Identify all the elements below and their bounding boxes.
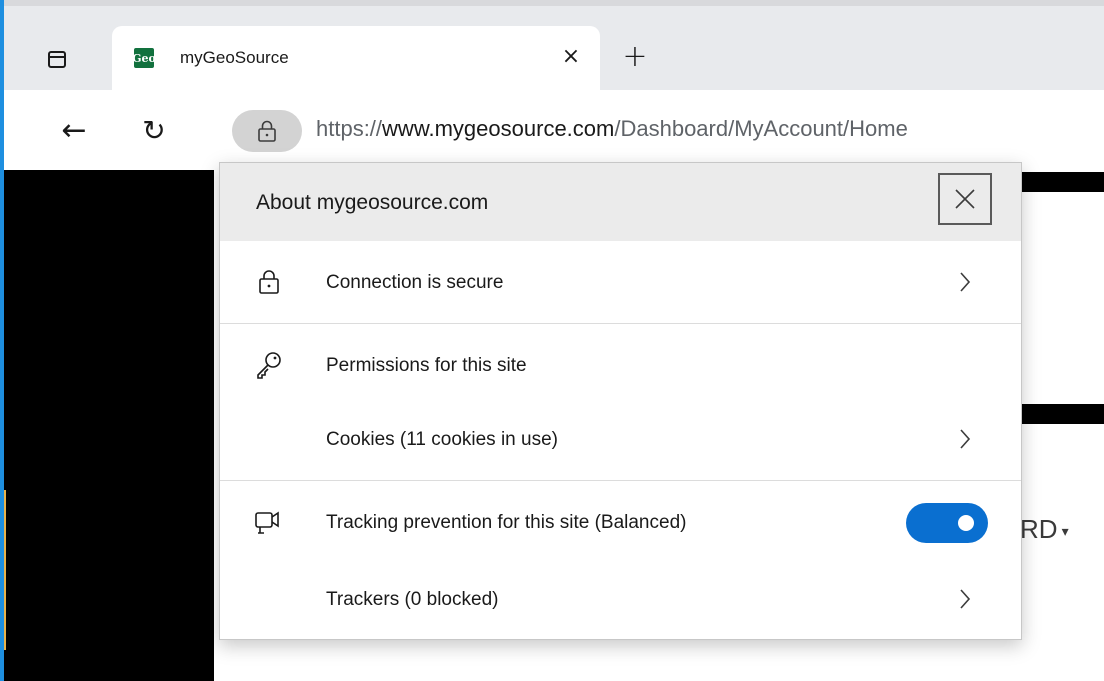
chevron-right-icon: [950, 424, 980, 454]
geo-favicon-icon: Geo: [132, 48, 156, 68]
back-arrow-icon: ←: [61, 112, 87, 148]
title-bar-edge: [0, 0, 1104, 6]
reload-icon: ↻: [142, 113, 166, 147]
tab-mygeosource[interactable]: Geo myGeoSource ×: [112, 26, 600, 92]
url-host: www.mygeosource.com: [382, 116, 615, 141]
address-bar[interactable]: https://www.mygeosource.com/Dashboard/My…: [214, 102, 1104, 154]
chevron-right-icon: [950, 584, 980, 614]
connection-row[interactable]: Connection is secure: [220, 241, 1021, 323]
page-dark-bar-middle: [1010, 404, 1104, 424]
cookies-row[interactable]: Cookies (11 cookies in use): [220, 404, 1021, 479]
close-icon: [955, 189, 975, 209]
tracking-prevention-toggle[interactable]: [906, 503, 988, 543]
flyout-title: About mygeosource.com: [256, 191, 489, 214]
site-info-button[interactable]: [232, 110, 302, 152]
browser-toolbar: ← ↻ https://www.mygeosource.com/Dashboar…: [0, 92, 1104, 170]
page-nav-label: RD: [1020, 514, 1058, 544]
lock-icon: [254, 267, 284, 297]
plus-icon: +: [622, 39, 648, 74]
lock-icon: [258, 120, 276, 142]
back-button[interactable]: ←: [52, 108, 96, 152]
tab-actions-button[interactable]: [40, 44, 74, 74]
tab-close-button[interactable]: ×: [558, 44, 584, 70]
window-edge-accent: [0, 0, 4, 681]
permissions-label: Permissions for this site: [326, 355, 527, 376]
tracking-prevention-row: Tracking prevention for this site (Balan…: [220, 481, 1021, 565]
page-dark-panel: [4, 170, 214, 681]
toggle-knob: [958, 515, 974, 531]
cookies-label: Cookies (11 cookies in use): [326, 429, 558, 450]
url-text[interactable]: https://www.mygeosource.com/Dashboard/My…: [316, 116, 908, 142]
permissions-row: Permissions for this site: [220, 324, 1021, 404]
flyout-close-button[interactable]: [938, 173, 992, 225]
tracking-prevention-label: Tracking prevention for this site (Balan…: [326, 512, 687, 533]
connection-label: Connection is secure: [326, 272, 504, 293]
tab-strip: Geo myGeoSource × +: [0, 0, 1104, 92]
trackers-row[interactable]: Trackers (0 blocked): [220, 565, 1021, 639]
key-icon: [254, 350, 284, 380]
page-nav-dropdown[interactable]: RD ▾: [1020, 514, 1069, 545]
url-path: /Dashboard/MyAccount/Home: [614, 116, 908, 141]
reload-button[interactable]: ↻: [132, 108, 176, 152]
chevron-right-icon: [950, 267, 980, 297]
url-scheme: https://: [316, 116, 383, 141]
tab-title: myGeoSource: [180, 48, 289, 67]
page-dark-bar-top: [1010, 172, 1104, 192]
flyout-header: About mygeosource.com: [220, 163, 1021, 241]
trackers-label: Trackers (0 blocked): [326, 589, 499, 610]
new-tab-button[interactable]: +: [618, 40, 652, 74]
tab-actions-icon: [48, 50, 66, 68]
tracking-prevention-icon: [254, 507, 284, 537]
close-icon: ×: [561, 44, 581, 69]
site-info-flyout: About mygeosource.com Connection is secu…: [219, 162, 1022, 640]
chevron-down-icon: ▾: [1061, 522, 1069, 539]
